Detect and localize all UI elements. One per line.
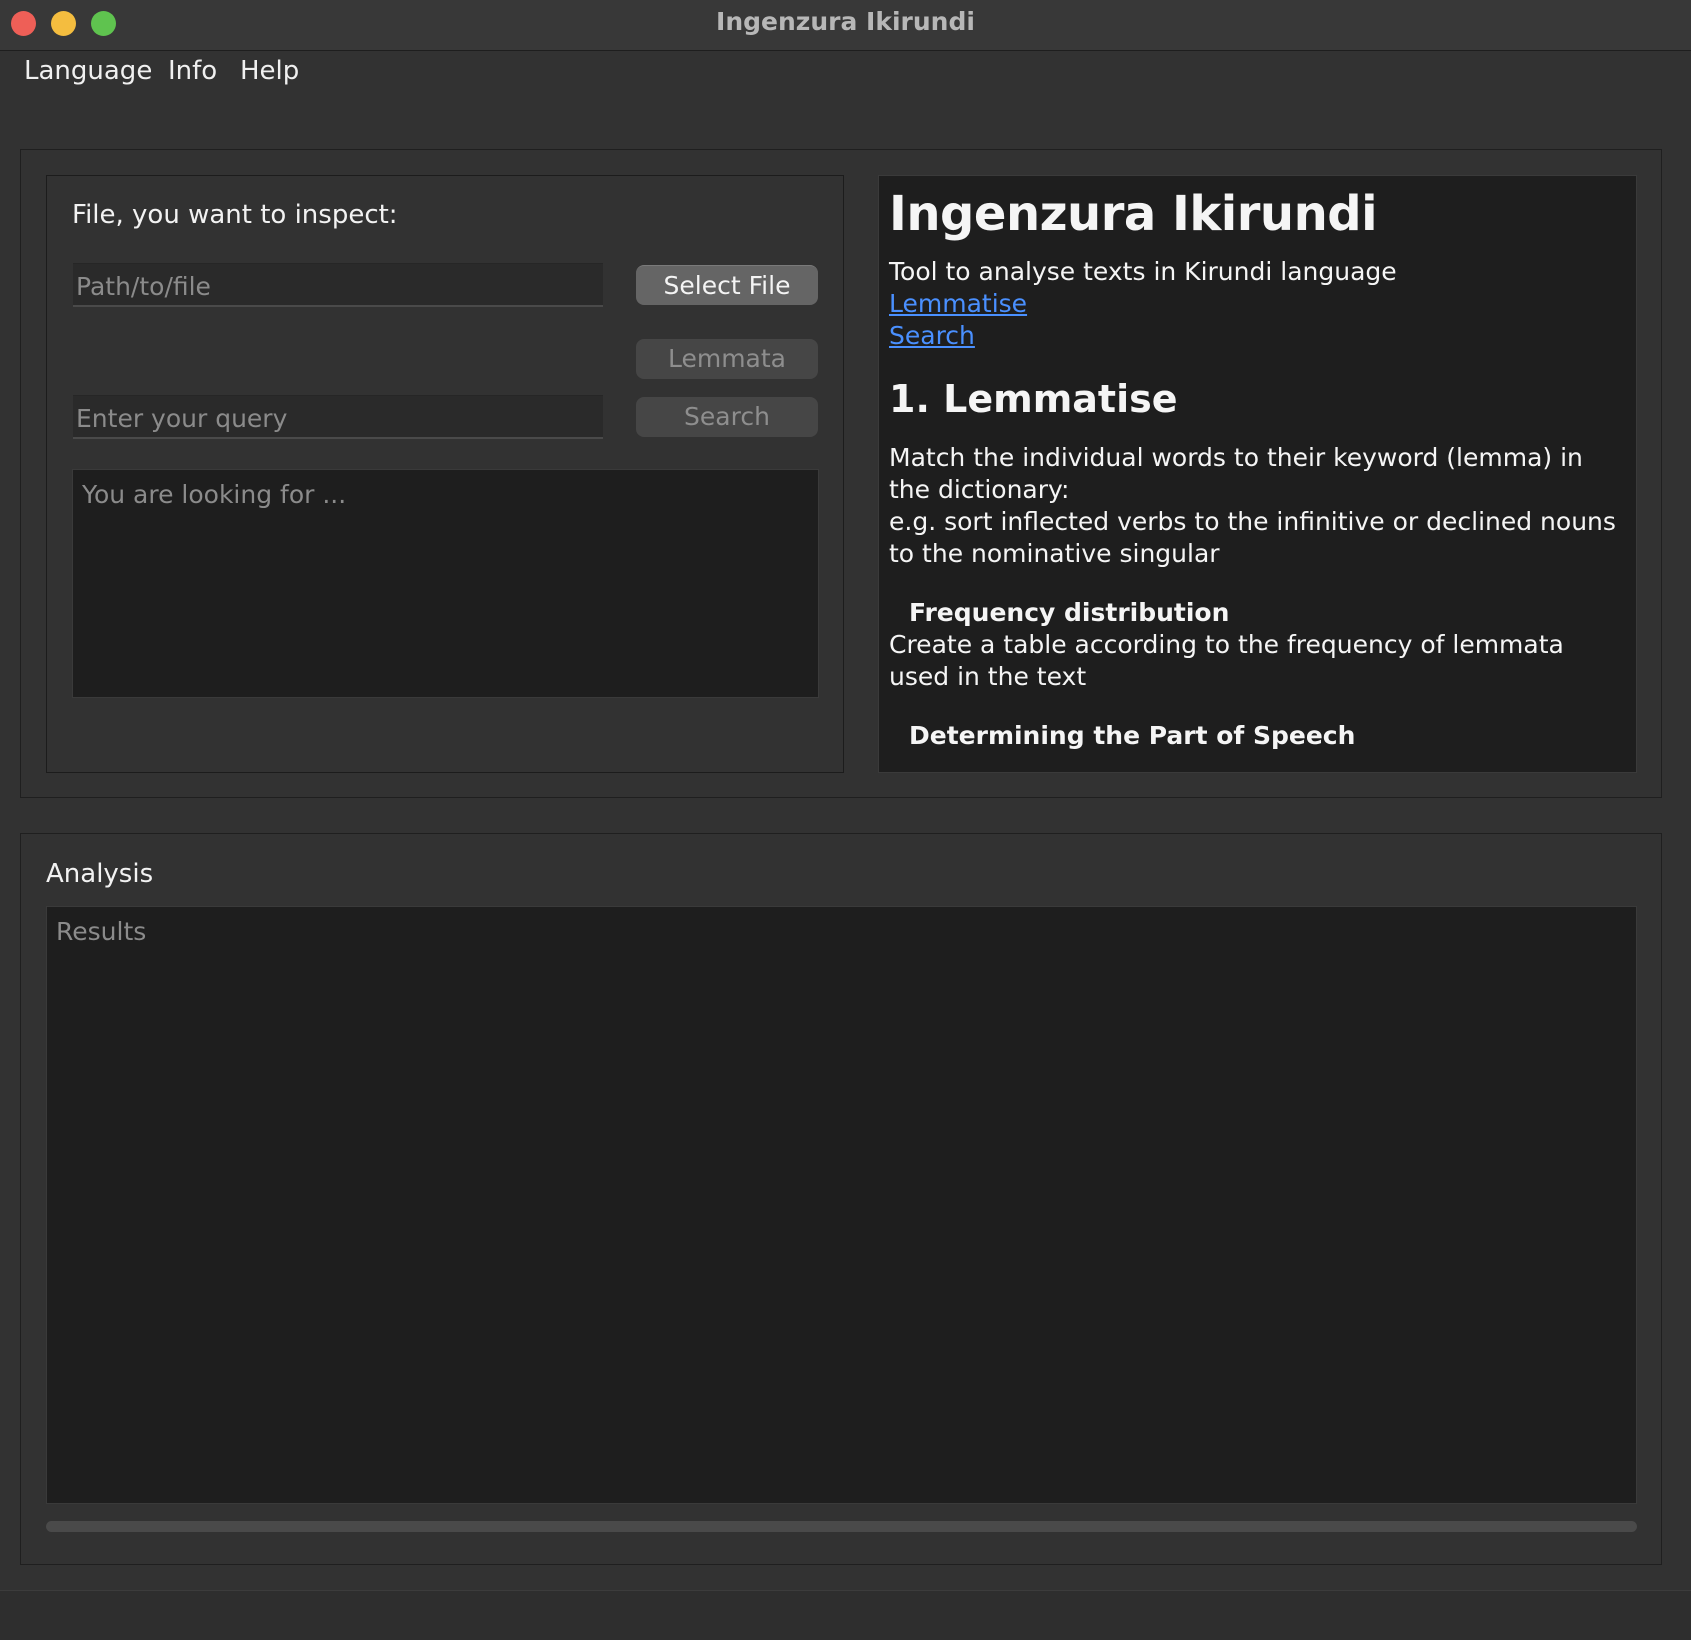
window-title: Ingenzura Ikirundi: [716, 7, 975, 36]
frequency-title: Frequency distribution: [909, 598, 1230, 627]
progress-bar: [46, 1521, 1637, 1532]
menu-help[interactable]: Help: [240, 56, 299, 86]
lemmata-button[interactable]: Lemmata: [636, 339, 818, 379]
title-bar: Ingenzura Ikirundi: [0, 0, 1691, 51]
menu-bar: Language Info Help: [0, 51, 1691, 95]
app-window: Ingenzura Ikirundi Language Info Help Fi…: [0, 0, 1691, 1640]
section-lemmatise-title: 1. Lemmatise: [889, 377, 1178, 421]
analysis-label: Analysis: [46, 859, 154, 889]
select-file-button[interactable]: Select File: [636, 265, 818, 305]
info-tagline: Tool to analyse texts in Kirundi languag…: [889, 257, 1397, 286]
menu-info[interactable]: Info: [168, 56, 217, 86]
info-content: Ingenzura Ikirundi Tool to analyse texts…: [889, 184, 1619, 752]
pos-title: Determining the Part of Speech: [909, 721, 1356, 750]
file-path-input[interactable]: [73, 263, 603, 307]
info-panel[interactable]: Ingenzura Ikirundi Tool to analyse texts…: [878, 175, 1637, 773]
frequency-text: Create a table according to the frequenc…: [889, 630, 1564, 691]
file-label: File, you want to inspect:: [72, 200, 398, 230]
link-search[interactable]: Search: [889, 320, 1619, 352]
search-button[interactable]: Search: [636, 397, 818, 437]
info-heading: Ingenzura Ikirundi: [889, 186, 1378, 242]
link-lemmatise[interactable]: Lemmatise: [889, 288, 1619, 320]
looking-for-textarea[interactable]: [72, 469, 819, 698]
menu-language[interactable]: Language: [24, 56, 152, 86]
query-input[interactable]: [73, 395, 603, 439]
results-textarea[interactable]: [46, 906, 1637, 1504]
section-lemmatise-example: e.g. sort inflected verbs to the infinit…: [889, 507, 1616, 568]
status-bar: [0, 1590, 1691, 1640]
section-lemmatise-text: Match the individual words to their keyw…: [889, 443, 1583, 504]
